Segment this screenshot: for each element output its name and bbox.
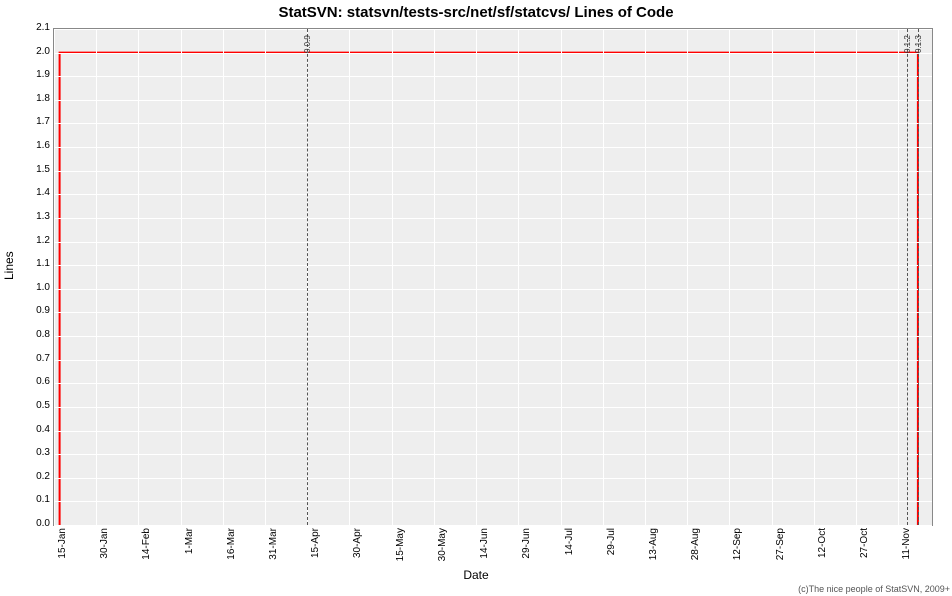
gridline-h [54, 123, 932, 124]
y-tick-label: 1.4 [6, 188, 50, 198]
gridline-v [645, 29, 646, 525]
y-tick-label: 1.2 [6, 236, 50, 246]
x-tick-label: 14-Jun [479, 528, 490, 566]
x-tick-label: 30-Jan [99, 528, 110, 566]
x-tick-label: 14-Jul [564, 528, 575, 566]
version-marker [918, 29, 919, 525]
x-tick-label: 11-Nov [901, 528, 912, 566]
gridline-v [814, 29, 815, 525]
credit-text: (c)The nice people of StatSVN, 2009+ [798, 584, 950, 594]
x-tick-label: 14-Feb [141, 528, 152, 566]
gridline-h [54, 383, 932, 384]
gridline-h [54, 336, 932, 337]
gridline-h [54, 100, 932, 101]
gridline-v [265, 29, 266, 525]
gridline-v [223, 29, 224, 525]
y-tick-label: 1.7 [6, 117, 50, 127]
y-tick-label: 0.0 [6, 519, 50, 529]
gridline-h [54, 525, 932, 526]
gridline-v [772, 29, 773, 525]
line-series [54, 29, 932, 525]
plot-area: 0.0.9 0.1.20.1.3 [53, 28, 933, 526]
version-marker [307, 29, 308, 525]
y-tick-label: 1.8 [6, 94, 50, 104]
chart-container: StatSVN: statsvn/tests-src/net/sf/statcv… [0, 0, 952, 596]
gridline-v [434, 29, 435, 525]
x-tick-label: 16-Mar [226, 528, 237, 566]
version-marker-label: 0.0.9 [303, 35, 312, 53]
x-tick-label: 27-Oct [859, 528, 870, 566]
version-marker-label: 0.1.3 [914, 35, 923, 53]
x-tick-label: 29-Jul [606, 528, 617, 566]
gridline-h [54, 171, 932, 172]
y-tick-label: 1.3 [6, 212, 50, 222]
gridline-v [54, 29, 55, 525]
y-tick-label: 0.6 [6, 377, 50, 387]
y-tick-label: 0.9 [6, 306, 50, 316]
gridline-v [603, 29, 604, 525]
x-tick-label: 12-Oct [817, 528, 828, 566]
y-tick-label: 2.1 [6, 23, 50, 33]
gridline-h [54, 501, 932, 502]
gridline-h [54, 478, 932, 479]
y-tick-label: 1.0 [6, 283, 50, 293]
gridline-v [392, 29, 393, 525]
y-tick-label: 0.2 [6, 472, 50, 482]
x-tick-label: 12-Sep [732, 528, 743, 566]
chart-title: StatSVN: statsvn/tests-src/net/sf/statcv… [0, 4, 952, 21]
x-tick-label: 31-Mar [268, 528, 279, 566]
gridline-h [54, 194, 932, 195]
x-tick-label: 15-Apr [310, 528, 321, 566]
x-tick-label: 29-Jun [521, 528, 532, 566]
x-tick-label: 15-May [395, 528, 406, 566]
gridline-v [561, 29, 562, 525]
x-tick-label: 30-Apr [352, 528, 363, 566]
x-tick-label: 1-Mar [184, 528, 195, 566]
x-tick-label: 28-Aug [690, 528, 701, 566]
version-marker-label: 0.1.2 [903, 35, 912, 53]
gridline-h [54, 454, 932, 455]
x-tick-label: 15-Jan [57, 528, 68, 566]
y-tick-label: 0.5 [6, 401, 50, 411]
gridline-h [54, 29, 932, 30]
gridline-v [96, 29, 97, 525]
gridline-h [54, 360, 932, 361]
y-tick-label: 0.4 [6, 425, 50, 435]
y-tick-label: 0.3 [6, 448, 50, 458]
x-tick-label: 27-Sep [775, 528, 786, 566]
x-axis-label: Date [0, 568, 952, 582]
gridline-v [856, 29, 857, 525]
y-tick-label: 1.5 [6, 165, 50, 175]
gridline-h [54, 242, 932, 243]
gridline-v [181, 29, 182, 525]
gridline-h [54, 147, 932, 148]
gridline-h [54, 431, 932, 432]
gridline-v [729, 29, 730, 525]
gridline-h [54, 218, 932, 219]
gridline-h [54, 53, 932, 54]
gridline-v [138, 29, 139, 525]
y-tick-label: 0.1 [6, 495, 50, 505]
gridline-v [687, 29, 688, 525]
gridline-v [476, 29, 477, 525]
y-tick-label: 0.7 [6, 354, 50, 364]
gridline-h [54, 265, 932, 266]
version-marker [907, 29, 908, 525]
gridline-h [54, 407, 932, 408]
gridline-h [54, 312, 932, 313]
y-tick-label: 0.8 [6, 330, 50, 340]
y-tick-label: 1.9 [6, 70, 50, 80]
gridline-v [898, 29, 899, 525]
x-tick-label: 30-May [437, 528, 448, 566]
y-tick-label: 1.1 [6, 259, 50, 269]
x-tick-label: 13-Aug [648, 528, 659, 566]
gridline-v [518, 29, 519, 525]
gridline-h [54, 76, 932, 77]
y-tick-label: 2.0 [6, 47, 50, 57]
gridline-h [54, 289, 932, 290]
gridline-v [349, 29, 350, 525]
y-tick-label: 1.6 [6, 141, 50, 151]
